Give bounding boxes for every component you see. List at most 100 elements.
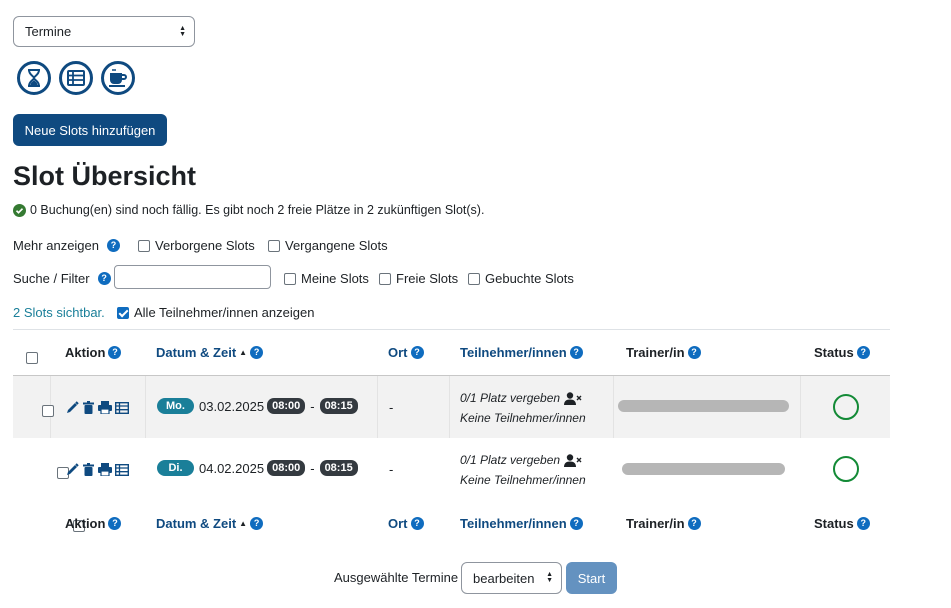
footer-ort[interactable]: Ort? <box>388 516 424 531</box>
row-date: 04.02.2025 <box>199 460 265 476</box>
gebuchte-slots-option[interactable]: Gebuchte Slots <box>468 271 574 286</box>
row-datetime: Di. 04.02.2025 08:00 - 08:15 <box>157 460 358 476</box>
status-message-text: 0 Buchung(en) sind noch fällig. Es gibt … <box>30 203 485 217</box>
help-icon[interactable]: ? <box>97 272 111 285</box>
trainer-placeholder <box>622 463 785 475</box>
row-participants: 0/1 Platz vergeben Keine Teilnehmer/inne… <box>460 391 586 425</box>
cell-divider <box>800 376 801 438</box>
footer-status: Status? <box>814 516 870 531</box>
status-message: 0 Buchung(en) sind noch fällig. Es gibt … <box>13 203 484 217</box>
help-icon[interactable]: ? <box>108 517 122 530</box>
header-datum-zeit[interactable]: Datum & Zeit ▲? <box>156 345 264 360</box>
freie-slots-option[interactable]: Freie Slots <box>379 271 458 286</box>
footer-datum-zeit[interactable]: Datum & Zeit ▲? <box>156 516 264 531</box>
hourglass-icon[interactable] <box>17 61 51 95</box>
select-arrows-icon: ▲ ▼ <box>546 571 553 584</box>
weekday-badge: Mo. <box>157 398 194 414</box>
row-ort: - <box>389 400 394 415</box>
table-top-border <box>13 329 890 330</box>
list-icon[interactable] <box>115 401 129 414</box>
end-time-badge: 08:15 <box>319 460 358 476</box>
print-icon[interactable] <box>98 401 112 414</box>
visible-count: 2 Slots sichtbar. <box>13 305 105 320</box>
status-open-icon <box>833 456 859 482</box>
help-icon[interactable]: ? <box>569 517 583 530</box>
meine-slots-label: Meine Slots <box>301 271 369 286</box>
weekday-badge: Di. <box>157 460 194 476</box>
user-remove-icon <box>564 391 582 405</box>
verborgene-slots-option[interactable]: Verborgene Slots <box>138 238 255 253</box>
list-icon[interactable] <box>59 61 93 95</box>
meine-slots-checkbox[interactable] <box>284 272 296 285</box>
row-checkbox[interactable] <box>41 404 54 417</box>
header-aktion: Aktion? <box>65 345 122 360</box>
mehr-anzeigen-label: Mehr anzeigen <box>13 238 99 253</box>
start-time-badge: 08:00 <box>267 460 306 476</box>
footer-teilnehmer[interactable]: Teilnehmer/innen? <box>460 516 583 531</box>
row-actions <box>66 463 129 476</box>
bulk-label: Ausgewählte Termine <box>334 570 459 585</box>
alle-teilnehmer-checkbox[interactable] <box>117 306 129 319</box>
help-icon[interactable]: ? <box>250 517 264 530</box>
row-actions <box>66 401 129 414</box>
vergangene-slots-checkbox[interactable] <box>268 239 280 252</box>
footer-aktion: Aktion? <box>65 516 122 531</box>
help-icon[interactable]: ? <box>569 346 583 359</box>
row-date: 03.02.2025 <box>199 398 265 414</box>
header-teilnehmer[interactable]: Teilnehmer/innen? <box>460 345 583 360</box>
verborgene-slots-label: Verborgene Slots <box>155 238 255 253</box>
help-icon[interactable]: ? <box>687 517 701 530</box>
help-icon[interactable]: ? <box>107 239 120 252</box>
help-icon[interactable]: ? <box>856 346 870 359</box>
header-trainer: Trainer/in? <box>626 345 701 360</box>
start-time-badge: 08:00 <box>267 398 306 414</box>
end-time-badge: 08:15 <box>319 398 358 414</box>
sort-asc-icon: ▲ <box>239 348 248 357</box>
row-ort: - <box>389 462 394 477</box>
status-open-icon <box>833 394 859 420</box>
trash-icon[interactable] <box>82 401 95 414</box>
row-participants: 0/1 Platz vergeben Keine Teilnehmer/inne… <box>460 453 586 487</box>
header-ort[interactable]: Ort? <box>388 345 424 360</box>
edit-icon[interactable] <box>66 463 79 476</box>
suche-filter-group: Suche / Filter ? <box>13 271 111 286</box>
bulk-action-select[interactable]: bearbeiten ▲ ▼ <box>461 562 562 594</box>
meine-slots-option[interactable]: Meine Slots <box>284 271 369 286</box>
alle-teilnehmer-label: Alle Teilnehmer/innen anzeigen <box>134 305 315 320</box>
freie-slots-label: Freie Slots <box>396 271 459 286</box>
help-icon[interactable]: ? <box>410 346 424 359</box>
cell-divider <box>449 376 450 438</box>
sort-asc-icon: ▲ <box>239 519 248 528</box>
cell-divider <box>377 376 378 438</box>
list-icon[interactable] <box>115 463 129 476</box>
help-icon[interactable]: ? <box>108 346 122 359</box>
gebuchte-slots-checkbox[interactable] <box>468 272 480 285</box>
print-icon[interactable] <box>98 463 112 476</box>
bulk-action-value: bearbeiten <box>473 570 535 586</box>
alle-teilnehmer-option[interactable]: Alle Teilnehmer/innen anzeigen <box>117 305 314 320</box>
help-icon[interactable]: ? <box>250 346 264 359</box>
check-circle-icon <box>13 203 26 217</box>
user-remove-icon <box>564 453 582 467</box>
add-slots-button[interactable]: Neue Slots hinzufügen <box>13 114 167 146</box>
verborgene-slots-checkbox[interactable] <box>138 239 150 252</box>
coffee-cup-icon[interactable] <box>101 61 135 95</box>
help-icon[interactable]: ? <box>410 517 424 530</box>
page-title: Slot Übersicht <box>13 161 197 191</box>
mehr-anzeigen-group: Mehr anzeigen ? <box>13 238 120 253</box>
gebuchte-slots-label: Gebuchte Slots <box>485 271 574 286</box>
select-all-checkbox[interactable] <box>26 351 38 364</box>
start-button[interactable]: Start <box>566 562 617 594</box>
trainer-placeholder <box>618 400 789 412</box>
edit-icon[interactable] <box>66 401 79 414</box>
help-icon[interactable]: ? <box>687 346 701 359</box>
header-status: Status? <box>814 345 870 360</box>
select-arrows-icon: ▲ ▼ <box>179 24 186 38</box>
view-select[interactable]: Termine ▲ ▼ <box>13 16 195 47</box>
search-input[interactable] <box>114 265 271 289</box>
row-datetime: Mo. 03.02.2025 08:00 - 08:15 <box>157 398 358 414</box>
vergangene-slots-option[interactable]: Vergangene Slots <box>268 238 388 253</box>
trash-icon[interactable] <box>82 463 95 476</box>
help-icon[interactable]: ? <box>856 517 870 530</box>
freie-slots-checkbox[interactable] <box>379 272 391 285</box>
